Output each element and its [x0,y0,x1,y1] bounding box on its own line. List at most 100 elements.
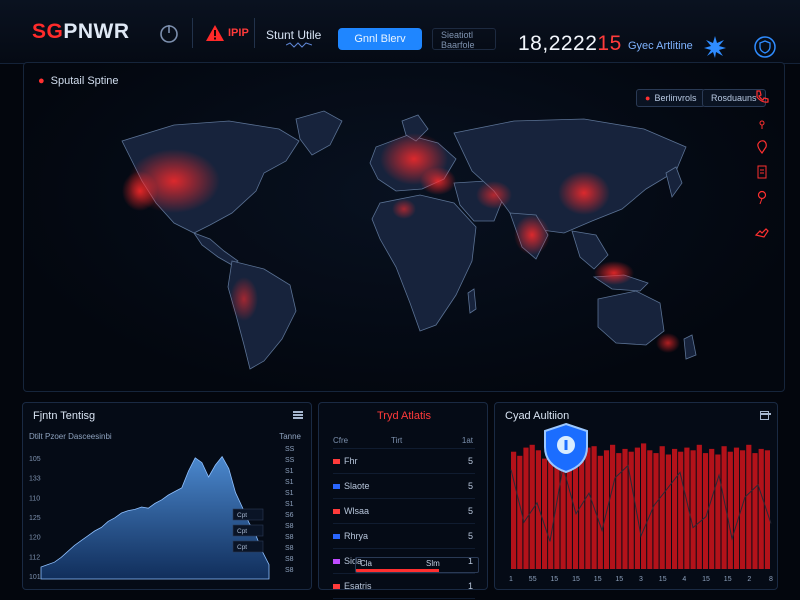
power-icon[interactable] [158,22,180,44]
brand-part1: SG [32,20,64,43]
progress-fill-red [356,569,439,572]
pin-icon[interactable] [754,189,770,205]
activity-bar [678,451,684,569]
trend-right-label: S1 [285,501,294,508]
signal-icon[interactable] [754,114,770,130]
brand-logo[interactable]: SGPNWR [32,20,130,44]
world-map[interactable] [24,63,786,393]
activity-x-label: 15 [550,576,558,583]
trend-area-chart[interactable]: 105 133 110 125 120 112 101 Cpt Cpt Cpt SS SS S1 S1 S1… [23,403,313,591]
activity-label[interactable]: Gyec Artlitine [628,40,693,52]
activity-bar [715,454,721,569]
separator [254,18,255,48]
activity-bar [628,451,634,569]
brand-part2: PNWR [63,20,130,43]
australia [597,290,665,346]
map-title-text: Sputail Sptine [50,75,119,87]
activity-x-label: 55 [529,576,537,583]
africa [371,194,477,332]
threat-name: Fhr [344,456,358,466]
map-filter-button[interactable]: ● Berlinvrols [636,89,706,107]
col-header-1: Cfre [333,436,349,445]
document-icon[interactable] [754,164,770,180]
threats-panel: Tryd Atlatis Cfre Tirt 1at Fhr 5 Slaote 5 Wl… [318,402,488,599]
threat-name-cell: Rhrya [333,531,391,541]
shield-icon[interactable] [754,36,776,58]
activity-x-label: 15 [702,576,710,583]
activity-x-label: 8 [769,576,773,583]
threat-row[interactable]: Slaote 5 [333,474,475,499]
threats-table-body: Fhr 5 Slaote 5 Wlsaa 5 Rhrya 5 Sida 1 Esatris 1 [333,449,475,599]
trend-tooltip-text: Cpt [237,544,247,551]
handset-icon[interactable] [754,223,770,239]
threat-flag-icon [333,583,340,589]
trend-y-label: 120 [29,535,41,542]
japan [665,166,683,198]
activity-bar [727,451,733,569]
map-filter-dot: ● [645,93,651,103]
primary-action-button[interactable]: Gnnl Blerv [338,28,422,50]
activity-x-label: 15 [615,576,623,583]
threat-row[interactable]: Esatris 1 [333,574,475,599]
madagascar [467,288,477,314]
alert-icon[interactable] [204,22,226,44]
separator [192,18,193,48]
new-zealand [683,334,697,360]
alert-label: IPIP [228,27,249,39]
threat-flag-icon [333,533,340,539]
threat-count: 5 [467,456,473,466]
activity-bar [597,455,603,569]
activity-bar [746,444,752,569]
activity-x-label: 3 [639,576,643,583]
trend-y-label: 112 [29,554,40,561]
trend-right-label: S8 [285,556,294,563]
threat-row[interactable]: Rhrya 5 [333,524,475,549]
trend-panel: Fjntn Tentisg Dtilt Pzoer Dasceesinbi Ta… [22,402,312,590]
activity-bar [672,448,678,569]
activity-x-label: 15 [659,576,667,583]
activity-panel: Cyad Aultiion 1 55 15 15 15 15 3 15 4 15 15 2 8 [494,402,778,590]
trend-y-label: 105 [29,456,41,463]
activity-x-label: 2 [747,576,751,583]
threat-row[interactable]: Fhr 5 [333,449,475,474]
trend-tooltip-text: Cpt [237,512,247,519]
burst-icon[interactable] [704,36,726,58]
threat-name-cell: Esatris [333,581,391,591]
threat-progress-bar: Cla Slm [355,557,479,573]
threat-count: 1 [467,581,473,591]
threat-name-cell: Slaote [333,481,391,491]
trend-right-label: SS [285,457,295,464]
activity-x-label: 15 [594,576,602,583]
counter-red: 15 [597,32,622,55]
trend-right-label: SS [285,446,295,453]
progress-left-label: Cla [360,559,373,568]
status-label: Stunt Utile [266,28,322,42]
activity-bar [709,448,715,569]
sub-info-line2: Baarfole [441,40,475,50]
activity-bar [610,444,616,569]
sub-info-line1: Sieatiotl [441,30,474,40]
event-counter: 18,222215 [518,32,622,56]
shield-icon [544,422,588,474]
activity-x-label: 15 [724,576,732,583]
threat-name: Esatris [344,581,372,591]
sub-info-box[interactable]: Sieatiotl Baarfole [432,28,496,50]
activity-bar [659,446,665,569]
activity-bar [511,451,517,569]
map-title: ● Sputail Sptine [38,75,119,87]
threat-name: Rhrya [344,531,369,541]
threat-flag-icon [333,508,340,514]
activity-x-label: 15 [572,576,580,583]
threat-name-cell: Wlsaa [333,506,391,516]
activity-x-label: 1 [509,576,513,583]
top-bar: SGPNWR IPIP Stunt Utile Gnnl Blerv Sieat… [0,0,800,64]
map-side-toolbar [754,89,770,248]
threat-row[interactable]: Wlsaa 5 [333,499,475,524]
activity-bar-chart[interactable]: 1 55 15 15 15 15 3 15 4 15 15 2 8 [495,403,779,591]
activity-bar [647,450,653,569]
trend-y-label: 110 [29,495,40,502]
threat-count: 5 [467,531,473,541]
activity-bar [616,453,622,569]
phone-icon[interactable] [754,89,770,105]
location-icon[interactable] [754,139,770,155]
